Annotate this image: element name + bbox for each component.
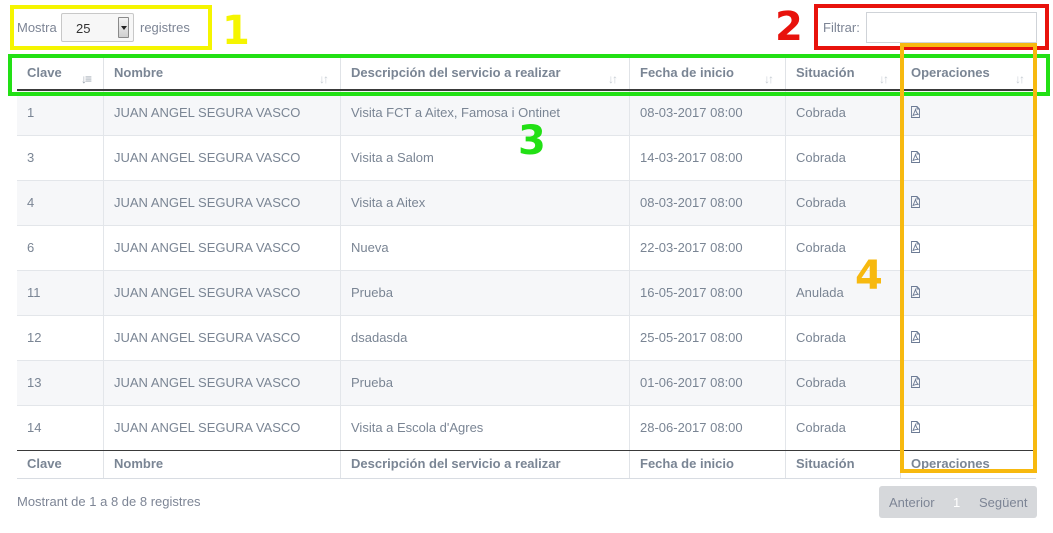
- cell-clave: 11: [27, 285, 41, 300]
- current-page-button[interactable]: 1: [953, 495, 960, 510]
- cell-situacion: Cobrada: [785, 406, 900, 450]
- cell-descripcion: Visita FCT a Aitex, Famosa i Ontinet: [340, 91, 629, 135]
- cell-descripcion: Prueba: [340, 361, 629, 405]
- cell-nombre: JUAN ANGEL SEGURA VASCO: [103, 406, 340, 450]
- cell-fecha: 28-06-2017 08:00: [629, 406, 785, 450]
- cell-nombre: JUAN ANGEL SEGURA VASCO: [103, 226, 340, 270]
- cell-clave: 3: [27, 150, 35, 165]
- table-row[interactable]: 13 JUAN ANGEL SEGURA VASCO Prueba 01-06-201…: [17, 361, 1036, 406]
- annotation-box-4: [900, 43, 1037, 473]
- cell-situacion: Cobrada: [785, 181, 900, 225]
- cell-situacion: Cobrada: [785, 361, 900, 405]
- cell-fecha: 14-03-2017 08:00: [629, 136, 785, 180]
- cell-situacion: Cobrada: [785, 136, 900, 180]
- cell-nombre: JUAN ANGEL SEGURA VASCO: [103, 271, 340, 315]
- footer-descripcion: Descripción del servicio a realizar: [340, 451, 629, 478]
- table-row[interactable]: 14 JUAN ANGEL SEGURA VASCO Visita a Escola…: [17, 406, 1036, 451]
- table-footer: Clave Nombre Descripción del servicio a …: [17, 450, 1036, 479]
- annotation-box-3: [8, 54, 1050, 96]
- annotation-number-2: 2: [775, 4, 803, 50]
- footer-fecha: Fecha de inicio: [629, 451, 785, 478]
- footer-nombre: Nombre: [103, 451, 340, 478]
- annotation-number-1: 1: [222, 8, 250, 54]
- cell-descripcion: Visita a Escola d'Agres: [340, 406, 629, 450]
- cell-clave: 14: [27, 420, 42, 435]
- cell-nombre: JUAN ANGEL SEGURA VASCO: [103, 91, 340, 135]
- table-info: Mostrant de 1 a 8 de 8 registres: [17, 494, 201, 509]
- next-button[interactable]: Següent: [979, 495, 1027, 510]
- cell-descripcion: Visita a Aitex: [340, 181, 629, 225]
- annotation-box-1: [10, 5, 212, 50]
- cell-descripcion: Nueva: [340, 226, 629, 270]
- cell-fecha: 01-06-2017 08:00: [629, 361, 785, 405]
- cell-fecha: 22-03-2017 08:00: [629, 226, 785, 270]
- annotation-number-4: 4: [855, 253, 883, 299]
- footer-clave: Clave: [27, 456, 62, 471]
- cell-nombre: JUAN ANGEL SEGURA VASCO: [103, 181, 340, 225]
- cell-descripcion: Visita a Salom: [340, 136, 629, 180]
- cell-descripcion: dsadasda: [340, 316, 629, 360]
- cell-clave: 12: [27, 330, 42, 345]
- cell-descripcion: Prueba: [340, 271, 629, 315]
- cell-fecha: 25-05-2017 08:00: [629, 316, 785, 360]
- footer-situacion: Situación: [785, 451, 900, 478]
- annotation-number-3: 3: [518, 118, 546, 164]
- cell-clave: 6: [27, 240, 35, 255]
- cell-fecha: 08-03-2017 08:00: [629, 181, 785, 225]
- cell-clave: 1: [27, 105, 35, 120]
- cell-clave: 13: [27, 375, 42, 390]
- cell-nombre: JUAN ANGEL SEGURA VASCO: [103, 316, 340, 360]
- cell-situacion: Cobrada: [785, 91, 900, 135]
- cell-clave: 4: [27, 195, 35, 210]
- cell-situacion: Cobrada: [785, 316, 900, 360]
- previous-button[interactable]: Anterior: [889, 495, 935, 510]
- table-row[interactable]: 6 JUAN ANGEL SEGURA VASCO Nueva 22-03-2017 …: [17, 226, 1036, 271]
- table-row[interactable]: 11 JUAN ANGEL SEGURA VASCO Prueba 16-05-201…: [17, 271, 1036, 316]
- table-row[interactable]: 4 JUAN ANGEL SEGURA VASCO Visita a Aitex 08…: [17, 181, 1036, 226]
- cell-nombre: JUAN ANGEL SEGURA VASCO: [103, 361, 340, 405]
- cell-nombre: JUAN ANGEL SEGURA VASCO: [103, 136, 340, 180]
- pagination: Anterior 1 Següent: [879, 486, 1037, 518]
- table-row[interactable]: 12 JUAN ANGEL SEGURA VASCO dsadasda 25-05-2…: [17, 316, 1036, 361]
- cell-fecha: 16-05-2017 08:00: [629, 271, 785, 315]
- cell-fecha: 08-03-2017 08:00: [629, 91, 785, 135]
